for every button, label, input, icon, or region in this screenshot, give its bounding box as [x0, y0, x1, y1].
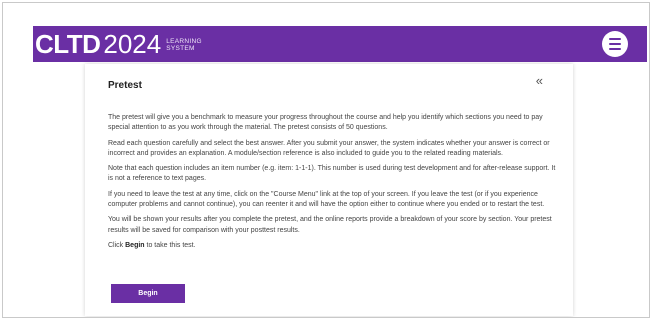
top-banner: CLTD 2024 LEARNING SYSTEM: [33, 26, 647, 62]
pretest-instructions: The pretest will give you a benchmark to…: [108, 113, 558, 256]
page-title: Pretest: [108, 80, 142, 91]
begin-instruction-bold: Begin: [125, 241, 145, 249]
paragraph-item-number: Note that each question includes an item…: [108, 165, 556, 183]
collapse-panel-icon[interactable]: «: [536, 73, 543, 88]
logo-subtitle-line2: SYSTEM: [166, 45, 195, 52]
hamburger-menu-icon[interactable]: [602, 31, 628, 57]
menu-bar: [609, 48, 621, 50]
begin-instruction-suffix: to take this test.: [144, 241, 196, 249]
menu-bar: [609, 38, 621, 40]
cltd-logo: CLTD 2024 LEARNING SYSTEM: [35, 26, 202, 62]
paragraph-results: You will be shown your results after you…: [108, 216, 552, 234]
begin-button[interactable]: Begin: [111, 284, 185, 303]
begin-instruction-prefix: Click: [108, 241, 126, 249]
menu-bar: [609, 43, 621, 45]
paragraph-leaving-test: If you need to leave the test at any tim…: [108, 190, 545, 209]
logo-brand: CLTD: [35, 29, 101, 59]
begin-instruction: Click Begin to take this test.: [108, 241, 558, 251]
pretest-panel: Pretest « The pretest will give you a be…: [85, 64, 573, 316]
logo-subtitle: LEARNING SYSTEM: [166, 38, 202, 52]
paragraph-benchmark: The pretest will give you a benchmark to…: [108, 114, 543, 132]
app-window: CLTD 2024 LEARNING SYSTEM Pretest « The …: [2, 2, 650, 318]
logo-year: 2024: [103, 29, 162, 59]
logo-subtitle-line1: LEARNING: [166, 38, 202, 45]
paragraph-answering: Read each question carefully and select …: [108, 139, 550, 157]
